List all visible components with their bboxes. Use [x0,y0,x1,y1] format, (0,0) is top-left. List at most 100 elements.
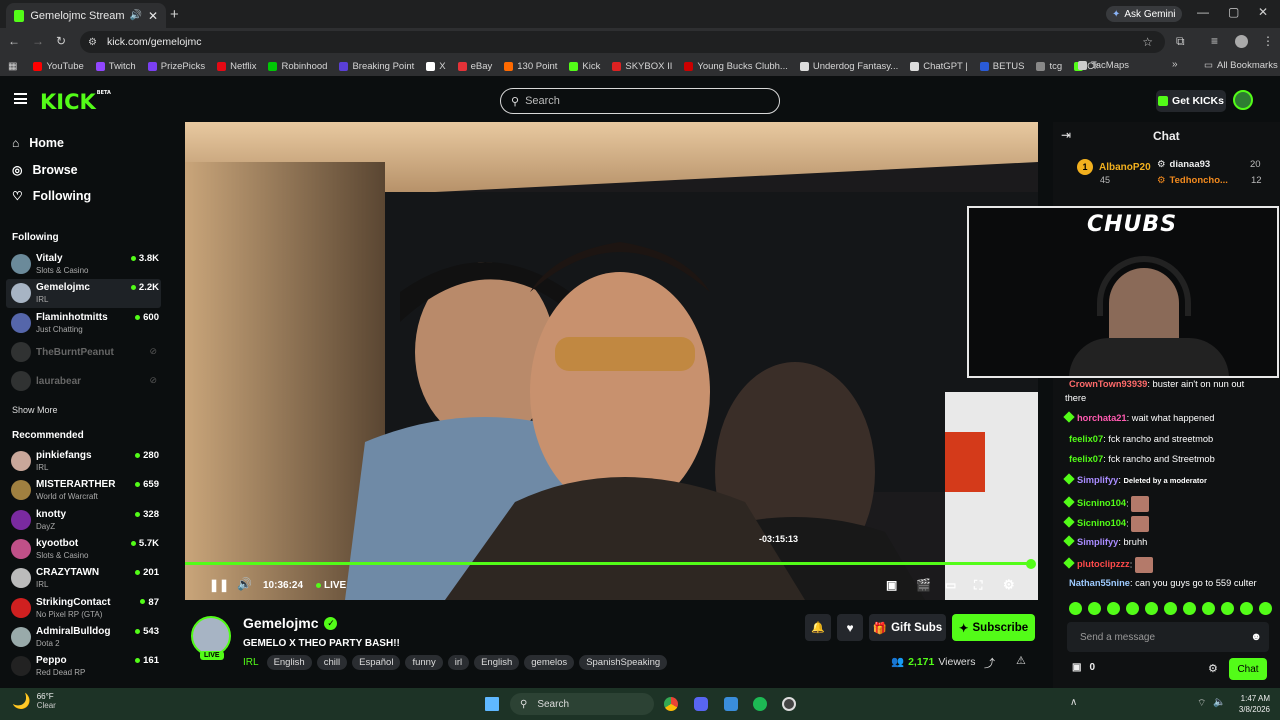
emote-icon[interactable] [1183,602,1196,615]
gift-subs-button[interactable]: 🎁 Gift Subs [869,614,946,641]
clip-icon[interactable]: 🎬 [916,578,931,592]
tag-pill[interactable]: English [474,655,520,670]
bookmark-item[interactable]: Netflix [217,61,256,72]
tray-overflow-icon[interactable]: ∧ [1070,697,1077,708]
bookmark-item[interactable]: PrizePicks [147,61,205,72]
bookmark-item[interactable]: SKYBOX II [612,61,672,72]
emote-icon[interactable] [1145,602,1158,615]
collapse-chat-icon[interactable]: ⇥ [1061,128,1071,142]
share-icon[interactable]: ⤴ [984,655,995,671]
windows-start-icon[interactable] [485,697,499,711]
maximize-icon[interactable]: ▢ [1228,5,1239,19]
clock[interactable]: 1:47 AM 3/8/2026 [1226,693,1270,715]
tag-pill[interactable]: Español [352,655,401,670]
tag-pill[interactable]: funny [405,655,443,670]
chrome-icon[interactable] [664,697,678,711]
show-more-link[interactable]: Show More [12,405,58,415]
channel-item[interactable]: TheBurntPeanut ⊘ [6,338,161,367]
discord-icon[interactable] [694,697,708,711]
emote-icon[interactable] [1088,602,1101,615]
minimize-icon[interactable]: — [1197,5,1209,19]
emote-icon[interactable] [1259,602,1272,615]
menu-icon[interactable]: ⋮ [1262,34,1274,48]
emoji-icon[interactable]: ☻ [1250,631,1262,643]
channel-item[interactable]: knotty DayZ 328 [6,506,161,535]
new-tab-icon[interactable]: + [170,6,179,23]
live-indicator[interactable]: LIVE [316,580,346,591]
leaderboard-first[interactable]: 1 AlbanoP20 [1077,159,1151,175]
search-input[interactable]: ⚲ Search [500,88,780,114]
channel-item[interactable]: laurabear ⊘ [6,367,161,396]
follow-heart-button[interactable]: ♥ [837,614,863,641]
bookmark-item[interactable]: eBay [457,61,492,72]
fullscreen-icon[interactable]: ⛶ [974,578,982,593]
chat-username[interactable]: CrownTown93939 [1069,379,1147,389]
tab-close-icon[interactable]: ✕ [148,9,158,23]
chat-username[interactable]: Sicnino104 [1077,518,1126,528]
tag-pill[interactable]: chill [316,655,348,670]
chat-username[interactable]: plutoclipzzz [1077,559,1130,569]
ask-gemini-button[interactable]: ✦ Ask Gemini [1106,6,1182,22]
chat-username[interactable]: horchata21 [1077,413,1127,423]
bookmark-item[interactable]: Underdog Fantasy... [799,61,898,72]
channel-item[interactable]: CRAZYTAWN IRL 201 [6,564,161,593]
obs-icon[interactable] [782,697,796,711]
extensions-icon[interactable]: ⧉ [1176,34,1185,49]
address-bar[interactable]: ⚙ kick.com/gemelojmc ☆ [80,31,1165,53]
chat-send-button[interactable]: Chat [1229,658,1267,680]
pause-icon[interactable]: ❚❚ [209,578,229,592]
chat-username[interactable]: feelix07 [1069,454,1103,464]
report-icon[interactable]: ⚠ [1016,654,1026,667]
chat-username[interactable]: Simplifyy [1077,475,1118,485]
chat-settings-icon[interactable]: ⚙ [1208,662,1218,675]
forward-icon[interactable]: → [32,34,44,48]
taskbar-search[interactable]: ⚲ Search [510,693,654,715]
bookmark-item[interactable]: Twitch [95,61,136,72]
reload-icon[interactable]: ↻ [56,34,66,48]
channel-item[interactable]: Vitaly Slots & Casino 3.8K [6,250,161,279]
wifi-icon[interactable]: ⌔ [1197,697,1206,710]
tab-audio-icon[interactable]: 🔊 [129,10,141,21]
user-avatar[interactable] [1233,90,1253,110]
bookmark-item[interactable]: Robinhood [268,61,327,72]
emote-icon[interactable] [1240,602,1253,615]
profile-avatar[interactable] [1235,35,1248,48]
channel-item[interactable]: Flaminhotmitts Just Chatting 600 [6,309,161,338]
app-icon[interactable] [724,697,738,711]
emote-icon[interactable] [1164,602,1177,615]
chat-input[interactable]: Send a message ☻ [1067,622,1269,652]
chat-username[interactable]: feelix07 [1069,434,1103,444]
nav-home[interactable]: ⌂ Home [0,129,64,156]
bookmark-item[interactable]: ChatGPT | [910,61,968,72]
emote-icon[interactable] [1221,602,1234,615]
emote-icon[interactable] [1069,602,1082,615]
progress-knob[interactable] [1025,559,1036,569]
tag-pill[interactable]: gemelos [524,655,575,670]
miniplayer-icon[interactable]: ▣ [886,578,897,592]
settings-gear-icon[interactable]: ⚙ [1003,577,1015,593]
bookmark-item[interactable]: tcg [1036,61,1062,72]
speaker-icon[interactable]: 🔈 [1213,697,1225,708]
spotify-icon[interactable] [753,697,767,711]
bookmark-tacmaps[interactable]: TacMaps [1078,60,1129,71]
notification-bell-button[interactable]: 🔔 [805,614,831,641]
chat-username[interactable]: Simplifyy [1077,537,1118,547]
apps-icon[interactable]: ▦ [8,61,17,72]
channel-item[interactable]: Gemelojmc IRL 2.2K [6,279,161,309]
channel-item[interactable]: AdmiralBulldog Dota 2 543 [6,623,161,652]
channel-item[interactable]: pinkiefangs IRL 280 [6,447,161,476]
subscribe-button[interactable]: ✦ Subscribe [952,614,1035,641]
tag-pill[interactable]: irl [447,655,470,670]
channel-item[interactable]: MISTERARTHER World of Warcraft 659 [6,476,161,505]
category-link[interactable]: IRL [243,657,259,668]
all-bookmarks[interactable]: ▭ All Bookmarks [1204,60,1278,71]
bookmark-item[interactable]: Breaking Point [339,61,414,72]
browser-tab[interactable]: Gemelojmc Stream - Watc 🔊 ✕ [6,3,166,28]
nav-following[interactable]: ♡ Following [0,182,91,209]
bookmark-item[interactable]: 130 Point [504,61,557,72]
bookmark-item[interactable]: X [426,61,446,72]
channel-item[interactable]: kyootbot Slots & Casino 5.7K [6,535,161,564]
emote-icon[interactable] [1202,602,1215,615]
channel-item[interactable]: Peppo Red Dead RP 161 [6,652,161,681]
video-player[interactable]: -03:15:13 ❚❚ 🔊 10:36:24 LIVE ▣ 🎬 ▭ ⛶ ⚙ [185,122,1038,600]
